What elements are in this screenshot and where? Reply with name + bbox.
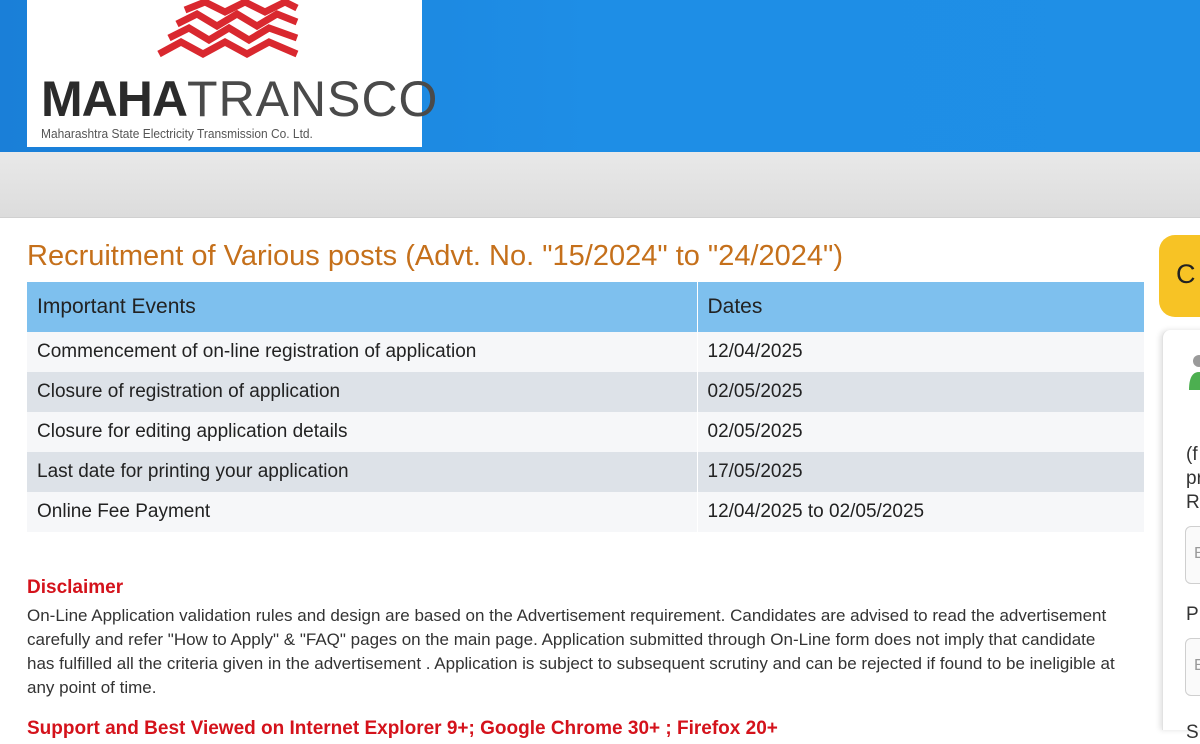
- event-cell: Last date for printing your application: [27, 452, 698, 492]
- logo-tagline: Maharashtra State Electricity Transmissi…: [41, 126, 313, 141]
- logo-wordmark-light: TRANSCO: [186, 71, 439, 127]
- side-label-fragment: R: [1186, 492, 1200, 513]
- event-cell: Closure of registration of application: [27, 372, 698, 412]
- table-row: Closure of registration of application 0…: [27, 372, 1145, 412]
- logo-wordmark-bold: MAHA: [41, 71, 188, 127]
- disclaimer-text: On-Line Application validation rules and…: [27, 606, 1115, 697]
- event-cell: Online Fee Payment: [27, 492, 698, 532]
- important-events-table: Important Events Dates Commencement of o…: [27, 282, 1145, 532]
- nav-bar: [0, 152, 1200, 218]
- table-row: Online Fee Payment 12/04/2025 to 02/05/2…: [27, 492, 1145, 532]
- event-cell: Closure for editing application details: [27, 412, 698, 452]
- date-cell: 12/04/2025 to 02/05/2025: [697, 492, 1145, 532]
- table-row: Closure for editing application details …: [27, 412, 1145, 452]
- table-header-row: Important Events Dates: [27, 282, 1145, 332]
- date-cell: 17/05/2025: [697, 452, 1145, 492]
- date-cell: 02/05/2025: [697, 412, 1145, 452]
- table-row: Last date for printing your application …: [27, 452, 1145, 492]
- table-header-events: Important Events: [27, 282, 698, 332]
- logo-wordmark: MAHATRANSCO: [41, 71, 437, 127]
- side-text-fragment: pr: [1186, 468, 1200, 489]
- table-header-dates: Dates: [697, 282, 1145, 332]
- site-header: MAHATRANSCO Maharashtra State Electricit…: [0, 0, 1200, 152]
- date-cell: 02/05/2025: [697, 372, 1145, 412]
- login-side-panel: (f pr R E P E S: [1162, 330, 1200, 743]
- event-cell: Commencement of on-line registration of …: [27, 332, 698, 372]
- side-input-placeholder: E: [1194, 657, 1200, 674]
- side-input-placeholder: E: [1194, 545, 1200, 562]
- logo[interactable]: MAHATRANSCO Maharashtra State Electricit…: [27, 0, 437, 147]
- side-input-field[interactable]: E: [1185, 638, 1200, 696]
- side-label-fragment: P: [1186, 604, 1199, 625]
- user-icon: [1189, 355, 1200, 390]
- table-row: Commencement of on-line registration of …: [27, 332, 1145, 372]
- page-title: Recruitment of Various posts (Advt. No. …: [27, 240, 844, 272]
- side-label-fragment: S: [1186, 722, 1199, 743]
- side-text-fragment: (f: [1186, 444, 1198, 465]
- disclaimer-title: Disclaimer: [27, 577, 124, 598]
- side-panel-tab[interactable]: C: [1159, 235, 1200, 317]
- transmission-logo-icon: [157, 0, 299, 58]
- side-input-field[interactable]: E: [1185, 526, 1200, 584]
- browser-support-note: Support and Best Viewed on Internet Expl…: [27, 718, 778, 739]
- date-cell: 12/04/2025: [697, 332, 1145, 372]
- side-tab-label: C: [1176, 259, 1196, 289]
